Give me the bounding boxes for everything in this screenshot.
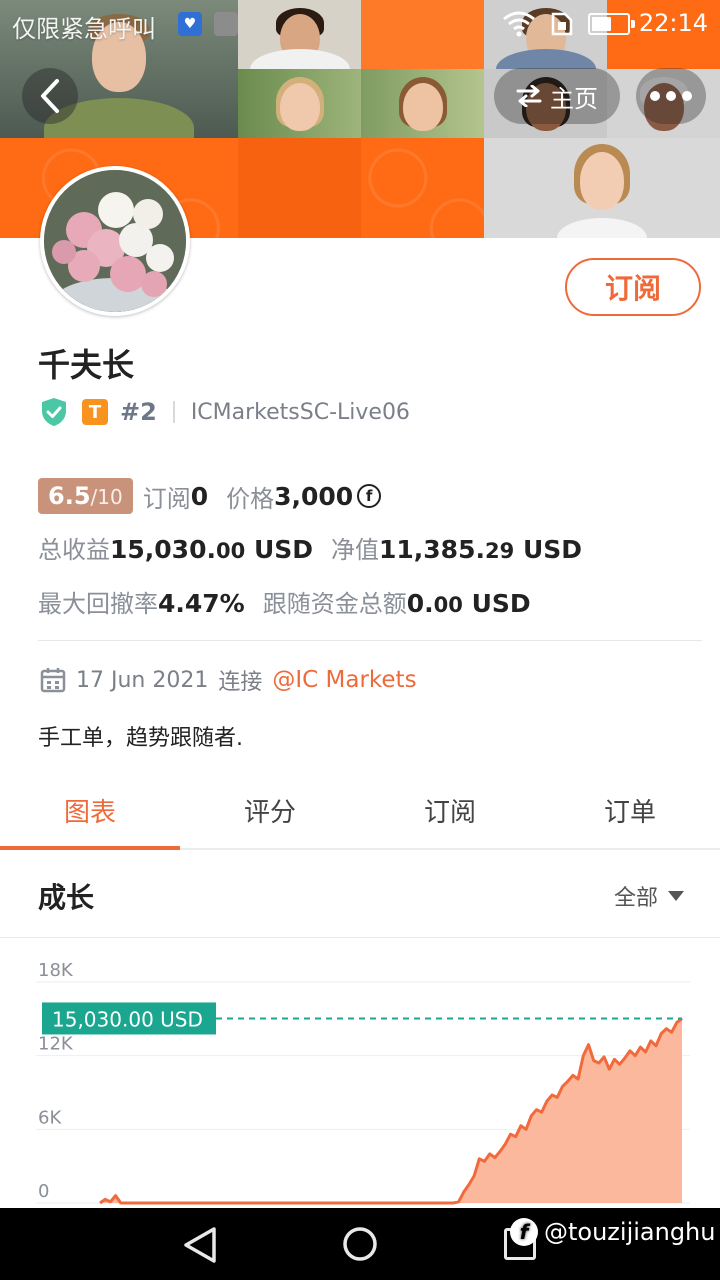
growth-area xyxy=(100,1018,682,1203)
flower-bouquet-image xyxy=(44,170,186,312)
watermark: f @touzijianghu xyxy=(510,1218,715,1246)
badge-row: T #2 ICMarketsSC-Live06 xyxy=(40,396,410,428)
stats-row: 6.5 /10 订阅 0 价格 3,000 f xyxy=(38,478,382,514)
growth-title: 成长 xyxy=(38,881,95,914)
tab-rating[interactable]: 评分 xyxy=(180,772,360,848)
banner-photo-5 xyxy=(361,69,484,138)
follow-funds-int: 0. xyxy=(406,589,434,618)
current-value-label: 15,030.00 USD xyxy=(52,1007,203,1031)
rank-label: #2 xyxy=(120,398,157,426)
divider xyxy=(172,401,175,423)
total-profit-unit: USD xyxy=(253,535,313,564)
equity-int: 11,385. xyxy=(379,535,485,564)
banner-photo-4 xyxy=(238,69,361,138)
banner-tile xyxy=(361,138,484,238)
stats-row: 最大回撤率 4.47% 跟随资金总额 0.00 USD xyxy=(38,584,549,619)
total-profit-value: 15,030.00 USD xyxy=(110,535,313,564)
tier-badge: T xyxy=(82,399,108,425)
chevron-left-icon xyxy=(41,79,59,113)
avatar[interactable] xyxy=(40,166,190,316)
wifi-icon xyxy=(503,11,535,37)
verified-shield-icon xyxy=(42,398,66,426)
tab-subscriptions[interactable]: 订阅 xyxy=(360,772,540,848)
gallery-icon xyxy=(214,12,238,36)
battery-fill xyxy=(592,17,611,31)
bio-text: 手工单，趋势跟随者. xyxy=(38,726,243,751)
equity-unit: USD xyxy=(522,535,582,564)
y-tick-label: 18K xyxy=(38,960,74,981)
score-badge: 6.5 /10 xyxy=(38,478,133,514)
max-drawdown-value: 4.47% xyxy=(158,589,245,618)
equity-label: 净值 xyxy=(331,536,379,564)
score-max: /10 xyxy=(90,485,123,509)
divider xyxy=(38,640,702,641)
max-drawdown-label: 最大回撤率 xyxy=(38,590,158,618)
score-value: 6.5 xyxy=(48,482,91,510)
join-row: 17 Jun 2021 连接 @IC Markets xyxy=(40,664,417,696)
total-profit-dec: 00 xyxy=(215,539,246,563)
nav-back-button[interactable] xyxy=(182,1226,218,1264)
y-tick-label: 0 xyxy=(38,1181,49,1202)
banner-tile xyxy=(238,138,361,238)
subscriptions-value: 0 xyxy=(190,481,209,511)
coin-icon: f xyxy=(357,484,382,508)
tab-bar: 图表 评分 订阅 订单 xyxy=(0,772,720,850)
follow-funds-label: 跟随资金总额 xyxy=(262,590,407,618)
tab-chart[interactable]: 图表 xyxy=(0,772,180,850)
health-icon: ♥ xyxy=(178,12,202,36)
price-label: 价格 xyxy=(226,484,275,513)
tab-orders[interactable]: 订单 xyxy=(540,772,720,848)
sim-icon xyxy=(551,12,573,36)
caret-down-icon xyxy=(668,891,684,901)
equity-value: 11,385.29 USD xyxy=(379,535,582,564)
total-profit-label: 总收益 xyxy=(38,536,110,564)
back-button[interactable] xyxy=(22,68,78,124)
home-button[interactable]: 主页 xyxy=(494,68,620,124)
total-profit-int: 15,030. xyxy=(110,535,216,564)
profile-name: 千夫长 xyxy=(38,346,135,384)
more-button[interactable] xyxy=(636,68,706,124)
y-tick-label: 6K xyxy=(38,1107,62,1128)
server-label: ICMarketsSC-Live06 xyxy=(190,399,410,425)
clock: 22:14 xyxy=(638,9,708,37)
growth-chart-svg: 18K 12K 6K 0 15,030.00 USD xyxy=(36,960,690,1205)
follow-funds-dec: 00 xyxy=(433,593,463,617)
broker-link[interactable]: @IC Markets xyxy=(272,667,416,693)
home-label: 主页 xyxy=(550,84,598,113)
switch-arrows-icon xyxy=(516,85,542,107)
carrier-text: 仅限紧急呼叫 xyxy=(12,15,156,43)
growth-chart: 18K 12K 6K 0 15,030.00 USD xyxy=(0,940,720,1208)
watermark-logo-icon: f xyxy=(510,1218,538,1246)
status-bar: 仅限紧急呼叫 ♥ 22:14 xyxy=(0,0,720,48)
more-dot-icon xyxy=(650,91,660,101)
battery-icon xyxy=(588,13,635,35)
more-dot-icon xyxy=(666,91,676,101)
y-tick-label: 12K xyxy=(38,1034,74,1055)
follow-funds-value: 0.00 USD xyxy=(407,589,531,618)
price-value: 3,000 xyxy=(274,481,354,511)
subscribe-button[interactable]: 订阅 xyxy=(565,258,701,316)
connect-label: 连接 xyxy=(218,670,263,695)
range-select[interactable]: 全部 xyxy=(614,880,684,912)
banner-photo-8 xyxy=(484,138,720,238)
join-date: 17 Jun 2021 xyxy=(76,667,209,693)
more-dot-icon xyxy=(682,91,692,101)
growth-header: 成长 全部 xyxy=(0,852,720,938)
follow-funds-unit: USD xyxy=(471,589,531,618)
equity-dec: 29 xyxy=(484,539,515,563)
subscriptions-label: 订阅 xyxy=(142,484,191,513)
nav-home-button[interactable] xyxy=(342,1226,378,1262)
calendar-icon xyxy=(40,668,66,693)
range-label: 全部 xyxy=(613,886,658,911)
watermark-text: @touzijianghu xyxy=(544,1218,716,1246)
stats-row: 总收益 15,030.00 USD 净值 11,385.29 USD xyxy=(38,530,600,565)
